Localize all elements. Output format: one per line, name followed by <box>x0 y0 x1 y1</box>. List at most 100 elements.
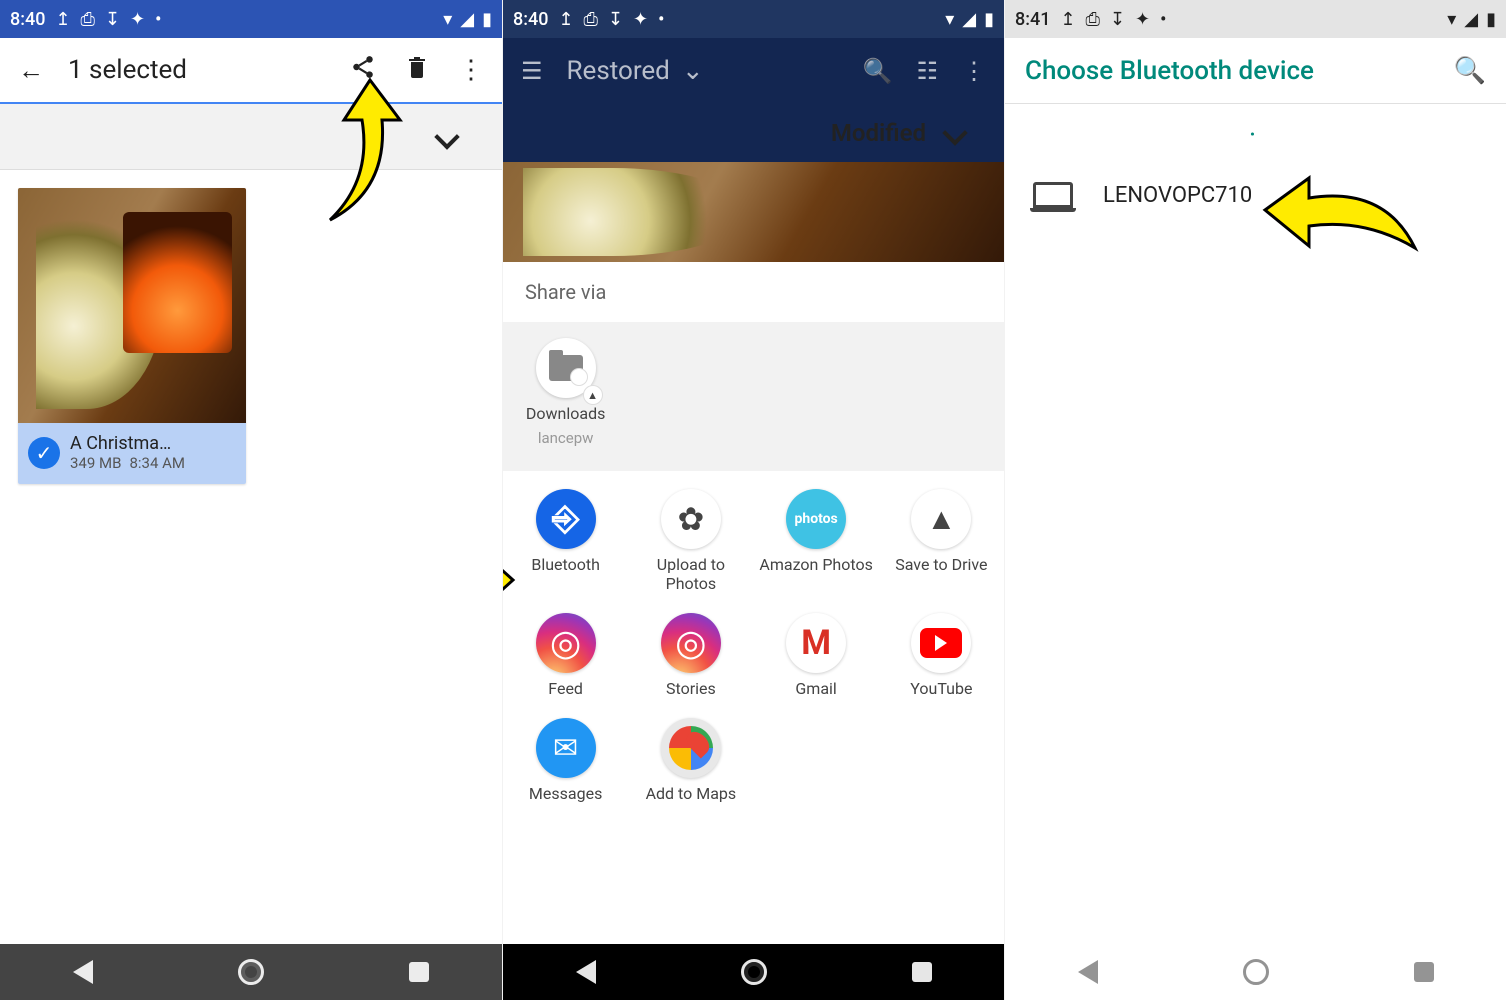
status-bar: 8:40 ↥ ⎙ ↧ ✦ • ▾ ◢ ▮ <box>0 0 502 38</box>
share-sublabel: lancepw <box>538 429 594 447</box>
dot-icon: • <box>658 9 664 30</box>
share-app-maps[interactable]: Add to Maps <box>628 708 753 813</box>
share-app-amazon-photos[interactable]: photos Amazon Photos <box>754 479 879 603</box>
loading-indicator: · <box>1005 104 1506 164</box>
share-app-youtube[interactable]: YouTube <box>879 603 1004 708</box>
dot-icon: • <box>1160 9 1166 30</box>
search-icon[interactable]: 🔍 <box>1454 56 1486 86</box>
signal-icon: ◢ <box>962 9 976 30</box>
share-label: Downloads <box>526 404 605 423</box>
wifi-icon: ▾ <box>945 9 954 30</box>
share-app-messages[interactable]: ✉ Messages <box>503 708 628 813</box>
share-target-downloads[interactable]: ▲ Downloads lancepw <box>503 328 628 457</box>
nav-back-icon[interactable] <box>73 960 93 984</box>
maps-icon <box>661 718 721 778</box>
drive-icon: ▲ <box>911 489 971 549</box>
google-photos-icon: ✿ <box>661 489 721 549</box>
status-bar: 8:40 ↥ ⎙ ↧ ✦ • ▾ ◢ ▮ <box>503 0 1004 38</box>
screen-file-selected: 8:40 ↥ ⎙ ↧ ✦ • ▾ ◢ ▮ ← 1 selected ⋮ <box>0 0 502 1000</box>
nav-recent-icon[interactable] <box>912 962 932 982</box>
phone-icon: ⎙ <box>584 9 598 30</box>
menu-icon[interactable]: ☰ <box>521 57 543 85</box>
share-app-bluetooth[interactable]: ⎆ Bluetooth <box>503 479 628 603</box>
laptop-icon <box>1033 182 1073 208</box>
nav-back-icon[interactable] <box>1078 960 1098 984</box>
nav-bar <box>0 944 502 1000</box>
bluetooth-icon: ⎆ <box>536 489 596 549</box>
more-icon[interactable]: ⋮ <box>962 57 986 85</box>
dropdown-icon[interactable]: ⌄ <box>682 56 704 86</box>
selection-toolbar: ← 1 selected ⋮ <box>0 38 502 104</box>
file-card[interactable]: ✓ A Christma… 349 MB 8:34 AM <box>18 188 246 484</box>
file-thumbnail-bg <box>503 162 1004 262</box>
phone-icon: ⎙ <box>81 9 95 30</box>
signal-icon: ◢ <box>460 9 474 30</box>
nav-bar <box>503 944 1004 1000</box>
delete-icon[interactable] <box>400 54 434 87</box>
wifi-icon: ▾ <box>443 9 452 30</box>
share-label: Bluetooth <box>531 555 600 574</box>
download-icon: ↧ <box>1110 9 1125 30</box>
battery-icon: ▮ <box>1486 9 1496 30</box>
phone-icon: ⎙ <box>1086 9 1100 30</box>
status-time: 8:41 <box>1015 9 1050 30</box>
folder-title: Restored <box>567 56 670 86</box>
download-icon: ↧ <box>105 9 120 30</box>
share-app-drive[interactable]: ▲ Save to Drive <box>879 479 1004 603</box>
sync-icon: ✦ <box>1135 9 1150 30</box>
download-icon: ↧ <box>608 9 623 30</box>
nav-recent-icon[interactable] <box>409 962 429 982</box>
more-icon[interactable]: ⋮ <box>454 55 488 85</box>
sync-icon: ✦ <box>633 9 648 30</box>
drive-badge-icon: ▲ <box>584 386 602 404</box>
checkmark-icon[interactable]: ✓ <box>28 437 60 469</box>
share-icon[interactable] <box>346 54 380 87</box>
share-label: Messages <box>529 784 602 803</box>
share-app-gmail[interactable]: M Gmail <box>754 603 879 708</box>
gmail-icon: M <box>786 613 846 673</box>
battery-icon: ▮ <box>984 9 994 30</box>
share-app-instagram-feed[interactable]: ◎ Feed <box>503 603 628 708</box>
share-app-photos[interactable]: ✿ Upload to Photos <box>628 479 753 603</box>
nav-back-icon[interactable] <box>576 960 596 984</box>
file-time: 8:34 AM <box>129 454 185 472</box>
search-icon[interactable]: 🔍 <box>863 57 893 85</box>
share-apps-grid: ⎆ Bluetooth ✿ Upload to Photos photos Am… <box>503 471 1004 821</box>
upload-icon: ↥ <box>55 9 70 30</box>
youtube-icon <box>911 613 971 673</box>
bluetooth-toolbar: Choose Bluetooth device 🔍 <box>1005 38 1506 104</box>
share-label: Feed <box>548 679 583 698</box>
chevron-down-icon <box>434 124 459 149</box>
amazon-photos-icon: photos <box>786 489 846 549</box>
back-icon[interactable]: ← <box>14 55 48 86</box>
device-name: LENOVOPC710 <box>1103 183 1252 208</box>
bluetooth-device-row[interactable]: LENOVOPC710 <box>1005 164 1506 226</box>
nav-home-icon[interactable] <box>741 959 767 985</box>
status-time: 8:40 <box>513 9 548 30</box>
view-icon[interactable]: ☷ <box>916 57 938 85</box>
share-label: Amazon Photos <box>759 555 872 574</box>
dot-icon: • <box>155 9 161 30</box>
sort-bar[interactable] <box>0 104 502 170</box>
chevron-down-icon <box>942 120 967 145</box>
nav-home-icon[interactable] <box>238 959 264 985</box>
status-time: 8:40 <box>10 9 45 30</box>
nav-home-icon[interactable] <box>1243 959 1269 985</box>
share-label: YouTube <box>910 679 972 698</box>
sort-bar[interactable]: Modified <box>503 104 1004 162</box>
share-label: Add to Maps <box>646 784 737 803</box>
status-bar: 8:41 ↥ ⎙ ↧ ✦ • ▾ ◢ ▮ <box>1005 0 1506 38</box>
share-app-instagram-stories[interactable]: ◎ Stories <box>628 603 753 708</box>
messages-icon: ✉ <box>536 718 596 778</box>
folder-icon <box>549 355 583 381</box>
file-thumbnail <box>18 188 246 423</box>
instagram-icon: ◎ <box>536 613 596 673</box>
share-label: Upload to Photos <box>632 555 749 593</box>
nav-recent-icon[interactable] <box>1414 962 1434 982</box>
upload-icon: ↥ <box>1060 9 1075 30</box>
file-size: 349 MB <box>70 454 121 472</box>
upload-icon: ↥ <box>558 9 573 30</box>
share-label: Gmail <box>795 679 836 698</box>
screen-bluetooth-picker: 8:41 ↥ ⎙ ↧ ✦ • ▾ ◢ ▮ Choose Bluetooth de… <box>1004 0 1506 1000</box>
file-name: A Christma… <box>70 433 185 454</box>
